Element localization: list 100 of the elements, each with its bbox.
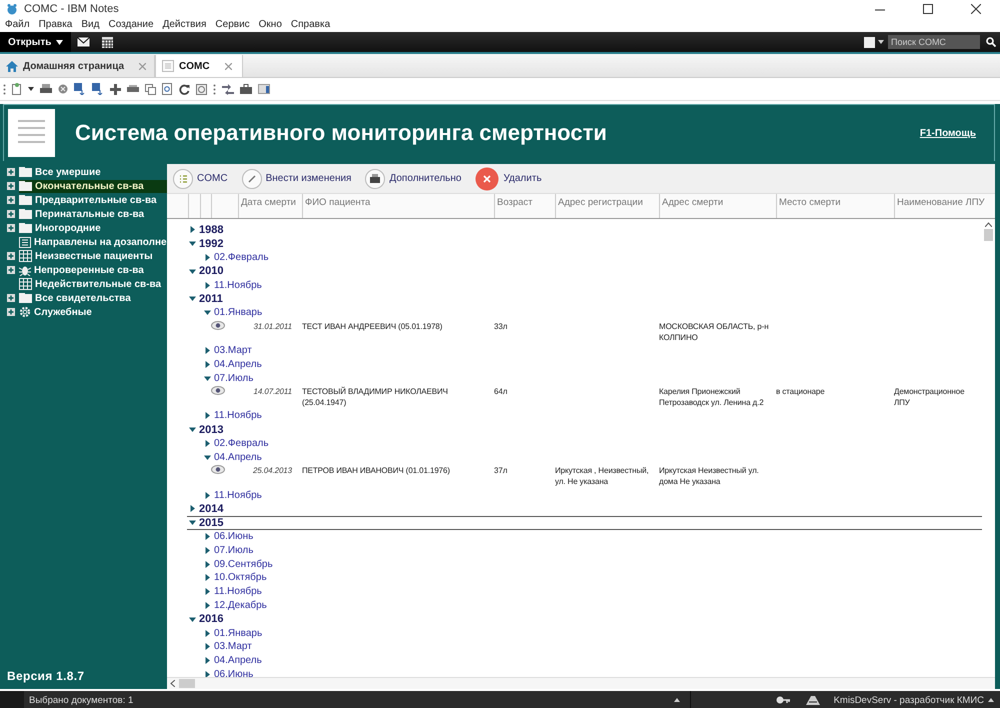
expanded-triangle-icon[interactable] (204, 374, 211, 382)
month-row[interactable]: 09.Сентябрь (167, 557, 982, 571)
help-link[interactable]: F1-Помощь (920, 128, 976, 138)
help-icon[interactable] (196, 84, 207, 94)
tab[interactable]: Домашняя страница (0, 55, 156, 77)
mail-icon[interactable] (77, 37, 90, 47)
preview-icon[interactable] (162, 83, 173, 95)
server-icon[interactable] (806, 696, 820, 704)
close-icon[interactable] (224, 62, 232, 70)
column-header[interactable]: Адрес регистрации (555, 194, 659, 218)
expand-icon[interactable] (7, 182, 15, 190)
month-row[interactable]: 02.Февраль (167, 436, 982, 450)
column-header[interactable]: Адрес смерти (659, 194, 776, 218)
search-field[interactable]: Поиск COMC (888, 35, 980, 49)
expand-icon[interactable] (7, 252, 15, 260)
open-button[interactable]: Открыть (0, 32, 72, 52)
month-row[interactable]: 06.Июнь (167, 530, 982, 544)
sidebar-item[interactable]: Все свидетельства (19, 292, 167, 304)
menu-item[interactable]: Сервис (215, 18, 250, 32)
collapsed-triangle-icon[interactable] (204, 670, 211, 677)
column-header[interactable]: Дата смерти (238, 194, 302, 218)
action-button[interactable]: Дополнительно (365, 168, 462, 188)
year-row[interactable]: 2013 (167, 422, 982, 437)
menu-item[interactable]: Создание (108, 18, 154, 32)
menu-item[interactable]: Вид (81, 18, 100, 32)
expand-icon[interactable] (7, 196, 15, 204)
tab[interactable]: COMC (155, 55, 243, 77)
month-row[interactable]: 01.Январь (167, 626, 982, 640)
collapsed-triangle-icon[interactable] (204, 630, 211, 637)
action-button[interactable]: Внести изменения (242, 168, 352, 188)
collapsed-triangle-icon[interactable] (204, 440, 211, 447)
expanded-triangle-icon[interactable] (204, 454, 211, 461)
scrollbar-thumb[interactable] (179, 679, 195, 688)
sidebar-item[interactable]: Направлены на дозаполне (19, 236, 167, 248)
maximize-button[interactable] (923, 4, 933, 14)
collapsed-triangle-icon[interactable] (204, 360, 211, 368)
scroll-left-icon[interactable] (170, 680, 175, 687)
printer-icon[interactable] (40, 84, 52, 94)
year-row[interactable]: 2010 (167, 264, 982, 278)
cross-icon[interactable] (110, 84, 121, 94)
month-row[interactable]: 06.Июнь (167, 668, 982, 677)
expanded-triangle-icon[interactable] (189, 268, 196, 275)
sidebar-item[interactable]: Иногородние (19, 222, 167, 234)
collapsed-triangle-icon[interactable] (204, 254, 211, 261)
month-row[interactable]: 12.Декабрь (167, 598, 982, 612)
search-icon[interactable] (986, 37, 996, 47)
refresh-icon[interactable] (179, 84, 190, 94)
collapsed-triangle-icon[interactable] (204, 546, 211, 554)
year-row[interactable]: 2015 (187, 516, 982, 530)
month-row[interactable]: 04.Апрель (167, 450, 982, 464)
caret-icon[interactable] (988, 698, 994, 702)
month-row[interactable]: 11.Ноябрь (167, 488, 982, 502)
collapsed-triangle-icon[interactable] (189, 505, 196, 512)
collapsed-triangle-icon[interactable] (204, 643, 211, 650)
expanded-triangle-icon[interactable] (204, 309, 211, 316)
column-header[interactable]: Место смерти (776, 194, 894, 218)
scrollbar-thumb[interactable] (984, 229, 993, 241)
caret-icon[interactable] (28, 87, 34, 91)
sidebar-item[interactable]: Непроверенные св-ва (19, 264, 167, 276)
document-icon[interactable] (12, 83, 22, 95)
expand-icon[interactable] (7, 308, 15, 316)
expanded-triangle-icon[interactable] (189, 426, 196, 434)
grip-icon[interactable] (3, 84, 6, 94)
circle-icon[interactable] (58, 84, 68, 94)
column-header[interactable]: ФИО пациента (302, 194, 494, 218)
expand-icon[interactable] (7, 266, 15, 274)
expand-icon[interactable] (7, 224, 15, 232)
month-row[interactable]: 07.Июль (167, 371, 982, 385)
sidebar-item[interactable]: Предварительные св-ва (19, 194, 167, 206)
caret-icon[interactable] (878, 40, 884, 44)
panel-icon[interactable] (258, 84, 270, 94)
close-button[interactable] (971, 4, 981, 14)
server-label[interactable]: KmisDevServ - разработчик КМИС (834, 694, 984, 706)
collapsed-triangle-icon[interactable] (204, 560, 211, 568)
sidebar-item[interactable]: Перинатальные св-ва (19, 208, 167, 220)
scroll-up-icon[interactable] (985, 222, 992, 227)
year-row[interactable]: 2011 (167, 292, 982, 306)
year-row[interactable]: 1992 (167, 236, 982, 251)
collapsed-triangle-icon[interactable] (204, 532, 211, 540)
month-row[interactable]: 02.Февраль (167, 250, 982, 264)
collapsed-triangle-icon[interactable] (204, 492, 211, 499)
sidebar-item[interactable]: Все умершие (19, 166, 167, 178)
month-row[interactable]: 11.Ноябрь (167, 278, 982, 292)
month-row[interactable]: 04.Апрель (167, 357, 982, 372)
calendar-icon[interactable] (102, 36, 114, 48)
collapsed-triangle-icon[interactable] (204, 602, 211, 609)
expand-icon[interactable] (7, 294, 15, 302)
menu-item[interactable]: Справка (290, 18, 330, 32)
year-row[interactable]: 2014 (167, 502, 982, 516)
month-row[interactable]: 10.Октябрь (167, 570, 982, 585)
menu-item[interactable]: Правка (38, 18, 72, 32)
expanded-triangle-icon[interactable] (189, 240, 196, 248)
month-row[interactable]: 07.Июль (167, 543, 982, 558)
month-row[interactable]: 01.Январь (167, 306, 982, 320)
year-row[interactable]: 2016 (167, 612, 982, 626)
expanded-triangle-icon[interactable] (189, 616, 196, 623)
sidebar-item[interactable]: Окончательные св-ва (19, 180, 167, 192)
grip-icon[interactable] (213, 84, 216, 94)
month-row[interactable]: 03.Март (167, 344, 982, 358)
collapsed-triangle-icon[interactable] (204, 346, 211, 354)
